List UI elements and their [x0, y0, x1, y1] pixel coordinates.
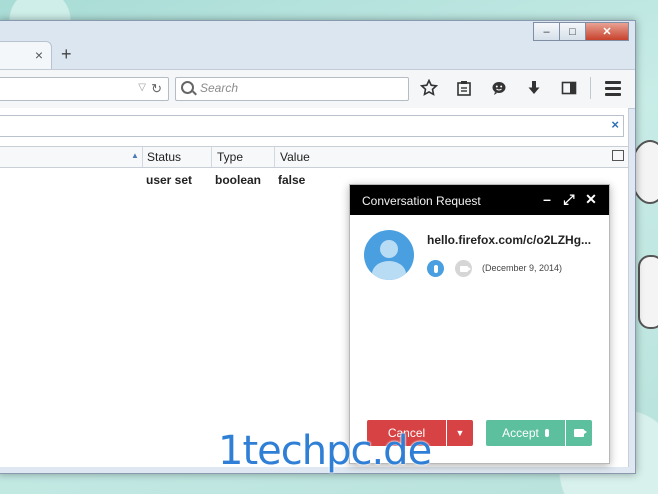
clear-filter-icon[interactable]: × [611, 117, 619, 132]
video-camera-icon [574, 429, 587, 437]
panel-controls: – ⤢ ✕ [533, 191, 599, 207]
column-header-value[interactable]: Value [280, 150, 310, 164]
microphone-icon [427, 260, 444, 277]
conversation-url: hello.firefox.com/c/o2LZHg... [427, 233, 592, 247]
hello-chat-icon[interactable] [487, 76, 511, 100]
tab-close-icon[interactable]: × [35, 47, 43, 63]
cell-value: false [278, 173, 306, 187]
toolbar-separator [590, 77, 591, 99]
column-picker-icon[interactable] [612, 150, 624, 161]
column-divider[interactable] [142, 147, 143, 167]
navigation-toolbar: ▽ ↻ [0, 69, 635, 109]
avatar [364, 230, 414, 280]
reading-list-icon[interactable] [452, 76, 476, 100]
sort-ascending-icon[interactable]: ▲ [131, 151, 139, 160]
conversation-request-panel: Conversation Request – ⤢ ✕ hello.firefox… [349, 184, 610, 464]
downloads-icon[interactable] [522, 76, 546, 100]
accept-audio-button[interactable]: Accept [486, 420, 565, 446]
history-dropdown-icon[interactable]: ▽ [138, 82, 146, 93]
microphone-icon [544, 429, 549, 437]
search-box[interactable] [175, 77, 409, 101]
cell-type: boolean [215, 173, 262, 187]
accept-label: Accept [502, 426, 539, 440]
new-tab-button[interactable]: + [61, 44, 72, 65]
maximize-button[interactable]: □ [559, 22, 586, 41]
browser-tab[interactable]: × [0, 41, 52, 70]
conversation-date: (December 9, 2014) [482, 263, 563, 273]
url-bar[interactable]: ▽ ↻ [0, 77, 169, 101]
filter-input[interactable]: × [0, 115, 624, 137]
window-controls: – □ ✕ [533, 22, 629, 41]
menu-icon[interactable] [605, 81, 621, 99]
toolbar-icons [417, 76, 597, 100]
wallpaper-doodle [638, 255, 658, 329]
chevron-down-icon: ▼ [455, 428, 465, 438]
panel-minimize-icon[interactable]: – [539, 191, 555, 207]
cancel-dropdown-button[interactable]: ▼ [447, 420, 473, 446]
search-icon [181, 81, 194, 94]
video-camera-icon [455, 260, 472, 277]
column-header-type[interactable]: Type [217, 150, 243, 164]
accept-video-button[interactable] [566, 420, 592, 446]
column-divider[interactable] [274, 147, 275, 167]
close-window-button[interactable]: ✕ [585, 22, 629, 41]
sidebar-icon[interactable] [557, 76, 581, 100]
bookmark-star-icon[interactable] [417, 76, 441, 100]
minimize-button[interactable]: – [533, 22, 560, 41]
panel-expand-icon[interactable]: ⤢ [561, 191, 577, 207]
panel-header: Conversation Request – ⤢ ✕ [350, 185, 609, 215]
column-divider[interactable] [211, 147, 212, 167]
panel-close-icon[interactable]: ✕ [583, 191, 599, 207]
table-header: ▲ Status Type Value [0, 146, 628, 168]
watermark: 1techpc.de [218, 428, 432, 474]
column-header-status[interactable]: Status [147, 150, 181, 164]
search-input[interactable] [198, 80, 402, 96]
panel-title: Conversation Request [362, 194, 481, 208]
reload-icon[interactable]: ↻ [151, 81, 162, 97]
cell-status: user set [146, 173, 193, 187]
